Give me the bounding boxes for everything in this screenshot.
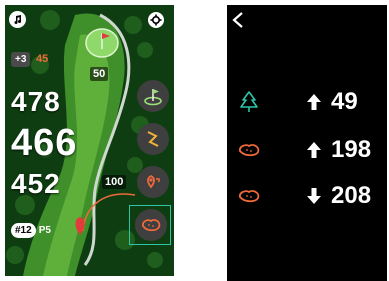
front-distance: 452 <box>11 168 61 199</box>
bunker-back-distance: 208 <box>331 182 372 209</box>
green-distance-marker: 50 <box>90 67 109 81</box>
hole-number-badge: #12 <box>11 223 36 238</box>
pin-drop-icon <box>147 174 160 189</box>
gear-icon[interactable] <box>148 12 164 28</box>
arrow-down-icon <box>307 188 321 204</box>
tree-distance: 49 <box>331 88 358 115</box>
hole-info: #12 P5 <box>11 223 51 238</box>
bunker-front-distance: 198 <box>331 136 372 163</box>
dogleg-path-icon <box>147 131 159 147</box>
score-to-par-value: +3 <box>15 54 27 65</box>
hole-map-screen: +3 45 50 100 478 466 452 #12 P5 <box>5 5 174 276</box>
hole-par: P5 <box>38 225 51 236</box>
hazard-list-screen: 49 198 208 <box>227 5 387 281</box>
arrow-up-icon <box>307 94 321 110</box>
strokes-value: 45 <box>36 53 49 65</box>
music-note-icon[interactable] <box>9 11 26 28</box>
chevron-left-icon <box>232 12 243 28</box>
score-to-par-badge: +3 <box>11 52 31 67</box>
layup-distance-marker: 100 <box>102 175 127 189</box>
bunker-icon <box>235 183 263 209</box>
flag-hole-icon <box>144 89 162 106</box>
layup-button[interactable] <box>137 123 169 155</box>
arrow-up-icon <box>307 142 321 158</box>
hazard-row-bunker-back[interactable]: 208 <box>227 179 387 213</box>
tree-icon <box>235 89 263 115</box>
bunker-icon <box>235 137 263 163</box>
target-pin-button[interactable] <box>137 166 169 198</box>
back-button[interactable] <box>231 11 247 31</box>
middle-distance: 466 <box>11 122 78 164</box>
hazard-button[interactable] <box>135 209 167 241</box>
green-view-button[interactable] <box>137 80 169 112</box>
bunker-icon <box>142 219 161 232</box>
hazard-row-tree[interactable]: 49 <box>227 85 387 119</box>
back-distance: 478 <box>11 86 61 117</box>
hazard-row-bunker-front[interactable]: 198 <box>227 133 387 167</box>
